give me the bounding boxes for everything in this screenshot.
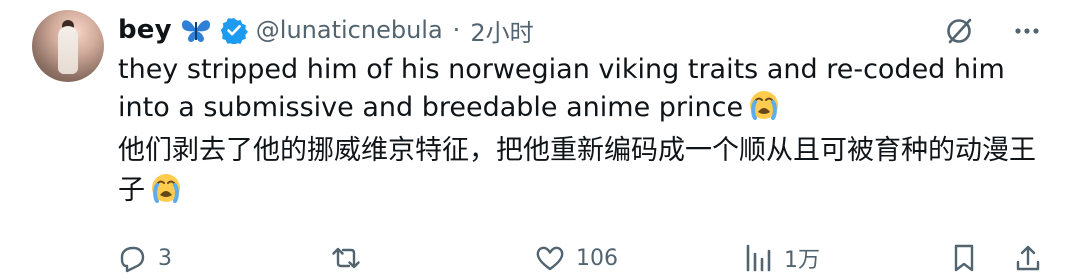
butterfly-emoji-icon: [180, 16, 212, 44]
header-separator: ·: [452, 16, 461, 44]
like-icon: [536, 246, 564, 271]
tweet-top-actions: [942, 14, 1044, 48]
bookmark-button[interactable]: [948, 238, 980, 278]
views-icon: [746, 244, 771, 272]
verified-badge-icon: [220, 16, 248, 46]
author-handle[interactable]: @lunaticnebula: [256, 16, 443, 44]
tweet-text-chinese: 他们剥去了他的挪威维京特征，把他重新编码成一个顺从且可被育种的动漫王子: [118, 131, 1036, 211]
tweet-action-bar: 3 106 1万: [116, 238, 1046, 278]
retweet-icon: [332, 247, 360, 269]
bookmark-icon: [954, 244, 974, 272]
share-button[interactable]: [1012, 238, 1044, 278]
more-icon[interactable]: [1010, 14, 1044, 48]
loudly-crying-face-emoji-icon: [749, 90, 779, 120]
share-icon: [1016, 245, 1040, 271]
avatar-figure: [58, 26, 78, 74]
grok-icon[interactable]: [942, 14, 976, 48]
reply-count: 3: [158, 245, 172, 271]
reply-icon: [120, 246, 145, 273]
tweet-text-english-content: they stripped him of his norwegian vikin…: [118, 54, 1005, 123]
tweet-header: bey @lunaticnebula · 2小时: [118, 10, 534, 50]
reply-button[interactable]: 3: [116, 238, 172, 278]
retweet-button[interactable]: [330, 238, 372, 278]
tweet-time[interactable]: 2小时: [470, 13, 533, 48]
view-count: 1万: [784, 248, 820, 273]
avatar[interactable]: [32, 10, 104, 82]
like-button[interactable]: 106: [534, 238, 618, 278]
loudly-crying-face-emoji-icon: [151, 173, 181, 203]
like-count: 106: [576, 245, 618, 271]
views-button[interactable]: 1万: [742, 238, 820, 278]
tweet-text-english: they stripped him of his norwegian vikin…: [118, 51, 1036, 127]
tweet-text-chinese-content: 他们剥去了他的挪威维京特征，把他重新编码成一个顺从且可被育种的动漫王子: [118, 135, 1036, 206]
author-name[interactable]: bey: [118, 15, 172, 45]
